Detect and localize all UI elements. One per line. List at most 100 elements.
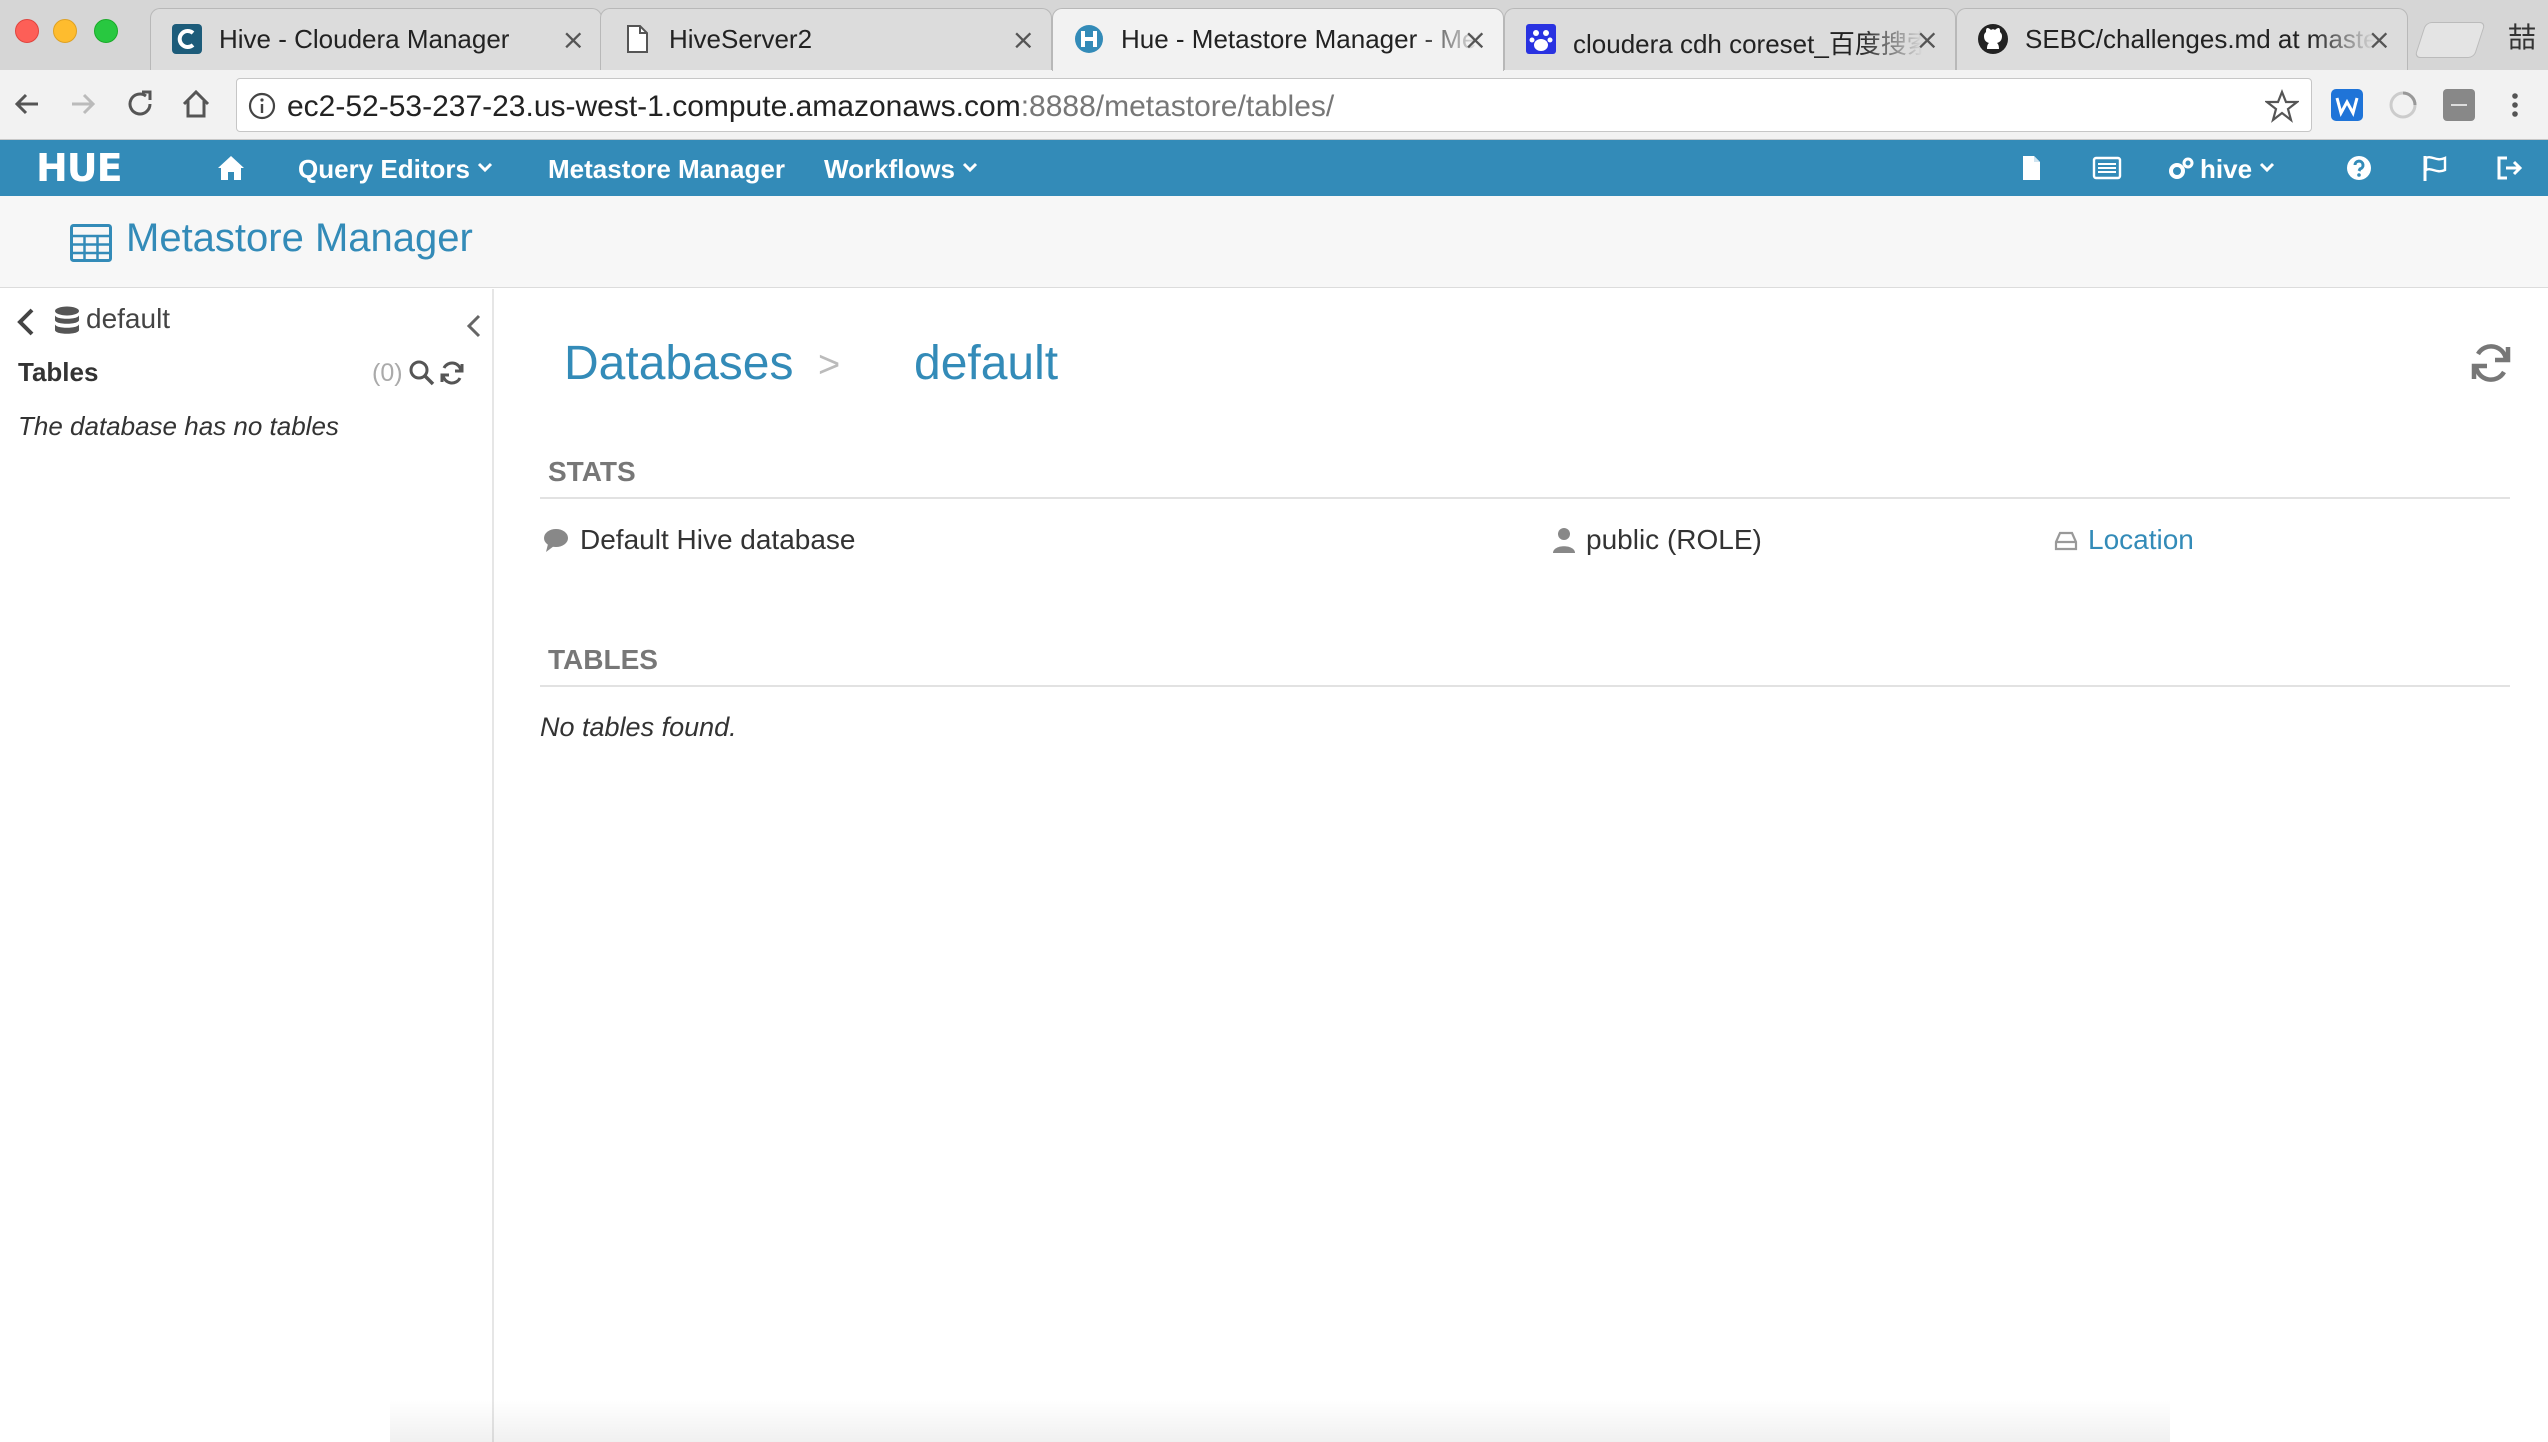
browser-tab-hue-metastore[interactable]: Hue - Metastore Manager - Metastore × <box>1052 8 1504 71</box>
hue-navbar: HUE Query Editors Metastore Manager Work… <box>0 140 2548 196</box>
sign-out-button[interactable] <box>2494 153 2524 183</box>
comment-icon <box>544 529 568 552</box>
reload-icon <box>128 90 152 116</box>
home-icon <box>182 89 210 118</box>
browser-tab-hiveserver2[interactable]: HiveServer2 × <box>600 8 1052 70</box>
database-description: Default Hive database <box>580 524 856 555</box>
tab-close-icon[interactable]: × <box>1012 23 1035 56</box>
tables-heading: TABLES <box>548 644 658 675</box>
github-icon <box>1978 24 2008 54</box>
file-icon <box>2023 156 2040 180</box>
question-circle-icon <box>2347 156 2371 180</box>
flag-icon <box>2423 156 2447 181</box>
database-owner: public (ROLE) <box>1586 524 1762 555</box>
baidu-icon <box>1526 24 1556 54</box>
info-icon[interactable] <box>247 91 277 121</box>
cloudera-icon <box>172 24 202 54</box>
menu-kebab-icon[interactable] <box>2498 88 2532 122</box>
workflows-menu[interactable]: Workflows <box>824 154 979 184</box>
tab-close-icon[interactable]: × <box>1464 23 1487 56</box>
browser-tab-github[interactable]: SEBC/challenges.md at master × <box>1956 8 2408 70</box>
browser-tab-baidu[interactable]: cloudera cdh coreset_百度搜索 × <box>1504 8 1956 70</box>
reload-button[interactable] <box>120 84 160 124</box>
page-header: Metastore Manager <box>0 196 2548 288</box>
window-minimize-button[interactable] <box>53 19 77 43</box>
home-icon <box>218 156 244 180</box>
tab-title: Hive - Cloudera Manager <box>219 24 510 54</box>
search-icon[interactable] <box>408 359 436 387</box>
collapse-sidebar-icon[interactable] <box>462 311 486 341</box>
browser-tab-cloudera-manager[interactable]: Hive - Cloudera Manager × <box>150 8 602 70</box>
chevron-down-icon <box>962 162 978 173</box>
chevron-left-icon[interactable] <box>12 305 40 339</box>
back-button[interactable] <box>8 84 48 124</box>
profile-badge[interactable]: 喆 <box>2508 16 2536 56</box>
extension-swirl-icon[interactable] <box>2386 88 2420 122</box>
metastore-manager-label: Metastore Manager <box>548 154 785 184</box>
tab-close-icon[interactable]: × <box>562 23 585 56</box>
table-grid-icon <box>70 224 112 262</box>
url-host: ec2-52-53-237-23.us-west-1.compute.amazo… <box>287 90 1021 123</box>
tab-title: SEBC/challenges.md at master <box>2025 24 2375 54</box>
query-editors-menu[interactable]: Query Editors <box>298 154 494 184</box>
browser-toolbar: ec2-52-53-237-23.us-west-1.compute.amazo… <box>0 70 2548 140</box>
document-icon <box>627 25 648 53</box>
no-tables-message: No tables found. <box>540 712 737 742</box>
tab-title: HiveServer2 <box>669 24 813 54</box>
tours-button[interactable] <box>2420 153 2450 183</box>
stats-divider <box>540 497 2510 499</box>
tables-divider <box>540 685 2510 687</box>
url-path: :8888/metastore/tables/ <box>1020 90 1335 123</box>
hue-icon <box>1075 25 1103 53</box>
sidebar-tables-label: Tables <box>18 357 99 387</box>
address-bar[interactable]: ec2-52-53-237-23.us-west-1.compute.amazo… <box>236 78 2312 132</box>
user-menu[interactable]: hive <box>2166 154 2276 184</box>
arrow-left-icon <box>14 93 38 115</box>
home-button[interactable] <box>176 84 216 124</box>
forward-button[interactable] <box>62 84 102 124</box>
stats-heading: STATS <box>548 456 636 487</box>
tab-close-icon[interactable]: × <box>1916 23 1939 56</box>
sidebar-empty-message: The database has no tables <box>18 411 339 441</box>
home-nav-button[interactable] <box>216 153 246 183</box>
refresh-icon[interactable] <box>438 359 466 387</box>
extension-w-icon[interactable] <box>2330 88 2364 122</box>
arrow-right-icon <box>72 93 96 115</box>
breadcrumb-databases[interactable]: Databases <box>564 336 793 391</box>
sidebar-table-count: (0) <box>372 359 403 387</box>
list-panel-icon <box>2092 156 2122 180</box>
page-bottom-shadow <box>390 1400 2170 1442</box>
new-tab-button[interactable] <box>2414 22 2486 58</box>
hdd-icon <box>2054 531 2078 551</box>
url-text: ec2-52-53-237-23.us-west-1.compute.amazo… <box>287 90 1334 124</box>
tab-title: Hue - Metastore Manager - Metastore <box>1121 24 1481 54</box>
tab-title: cloudera cdh coreset_百度搜索 <box>1573 29 1923 59</box>
chevron-down-icon <box>2259 162 2275 173</box>
user-icon <box>1553 528 1575 553</box>
user-name: hive <box>2200 154 2253 184</box>
location-link[interactable]: Location <box>2088 524 2194 556</box>
refresh-icon[interactable] <box>2468 340 2514 386</box>
page-title: Metastore Manager <box>126 216 473 260</box>
tables-sidebar: default Tables (0) The database has no t… <box>0 289 494 1442</box>
hue-logo[interactable]: HUE <box>36 149 123 187</box>
window-close-button[interactable] <box>15 19 39 43</box>
database-icon <box>55 306 79 334</box>
bookmark-star-icon[interactable] <box>2265 89 2299 123</box>
sidebar-database-name[interactable]: default <box>86 303 170 335</box>
browser-tab-strip: Hive - Cloudera Manager × HiveServer2 × … <box>0 0 2548 71</box>
query-editors-label: Query Editors <box>298 154 470 184</box>
jobs-button[interactable] <box>2092 153 2122 183</box>
window-maximize-button[interactable] <box>94 19 118 43</box>
workflows-label: Workflows <box>824 154 955 184</box>
extension-gray-icon[interactable] <box>2442 88 2476 122</box>
breadcrumb-separator: > <box>818 344 841 386</box>
sign-out-icon <box>2497 156 2523 180</box>
documents-button[interactable] <box>2016 153 2046 183</box>
metastore-manager-nav[interactable]: Metastore Manager <box>548 154 785 184</box>
tab-close-icon[interactable]: × <box>2368 23 2391 56</box>
help-button[interactable] <box>2344 153 2374 183</box>
breadcrumb-current-database: default <box>914 337 1059 390</box>
chevron-down-icon <box>477 162 492 173</box>
cogs-icon <box>2169 157 2194 179</box>
